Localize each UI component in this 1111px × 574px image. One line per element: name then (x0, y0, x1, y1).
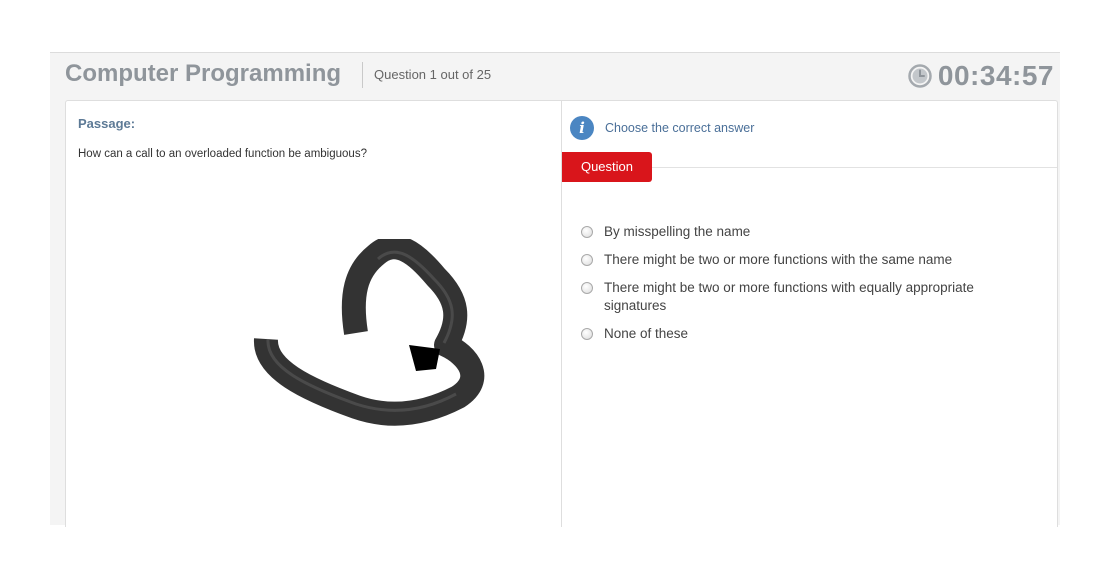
info-icon: i (570, 116, 594, 140)
option-label[interactable]: There might be two or more functions wit… (604, 279, 1021, 315)
passage-label: Passage: (78, 116, 136, 131)
header-divider (362, 62, 363, 88)
option-label[interactable]: None of these (604, 325, 688, 343)
option-radio[interactable] (581, 282, 593, 294)
course-title: Computer Programming (65, 60, 342, 87)
passage-pane: Passage: How can a call to an overloaded… (66, 101, 562, 527)
option-radio[interactable] (581, 254, 593, 266)
answer-option[interactable]: None of these (581, 325, 1021, 343)
answer-option[interactable]: There might be two or more functions wit… (581, 279, 1021, 315)
clock-icon (908, 64, 932, 88)
answer-option[interactable]: By misspelling the name (581, 223, 1021, 241)
option-label[interactable]: There might be two or more functions wit… (604, 251, 952, 269)
freehand-scribble (254, 239, 485, 426)
question-panel: Passage: How can a call to an overloaded… (65, 100, 1058, 527)
option-radio[interactable] (581, 226, 593, 238)
timer: 00:34:57 (908, 59, 1054, 93)
instruction-text: Choose the correct answer (605, 121, 755, 135)
exam-window: Computer Programming Question 1 out of 2… (50, 52, 1060, 527)
answer-pane: i Choose the correct answer Question By … (562, 101, 1057, 527)
tab-question[interactable]: Question (562, 152, 652, 182)
instruction: i Choose the correct answer (570, 115, 754, 141)
answer-option[interactable]: There might be two or more functions wit… (581, 251, 1021, 269)
timer-value: 00:34:57 (937, 60, 1054, 91)
passage-text: How can a call to an overloaded function… (78, 148, 367, 160)
option-radio[interactable] (581, 328, 593, 340)
answer-options: By misspelling the name There might be t… (581, 223, 1021, 353)
question-counter: Question 1 out of 25 (374, 67, 492, 82)
exam-header: Computer Programming Question 1 out of 2… (50, 53, 1060, 99)
option-label[interactable]: By misspelling the name (604, 223, 750, 241)
